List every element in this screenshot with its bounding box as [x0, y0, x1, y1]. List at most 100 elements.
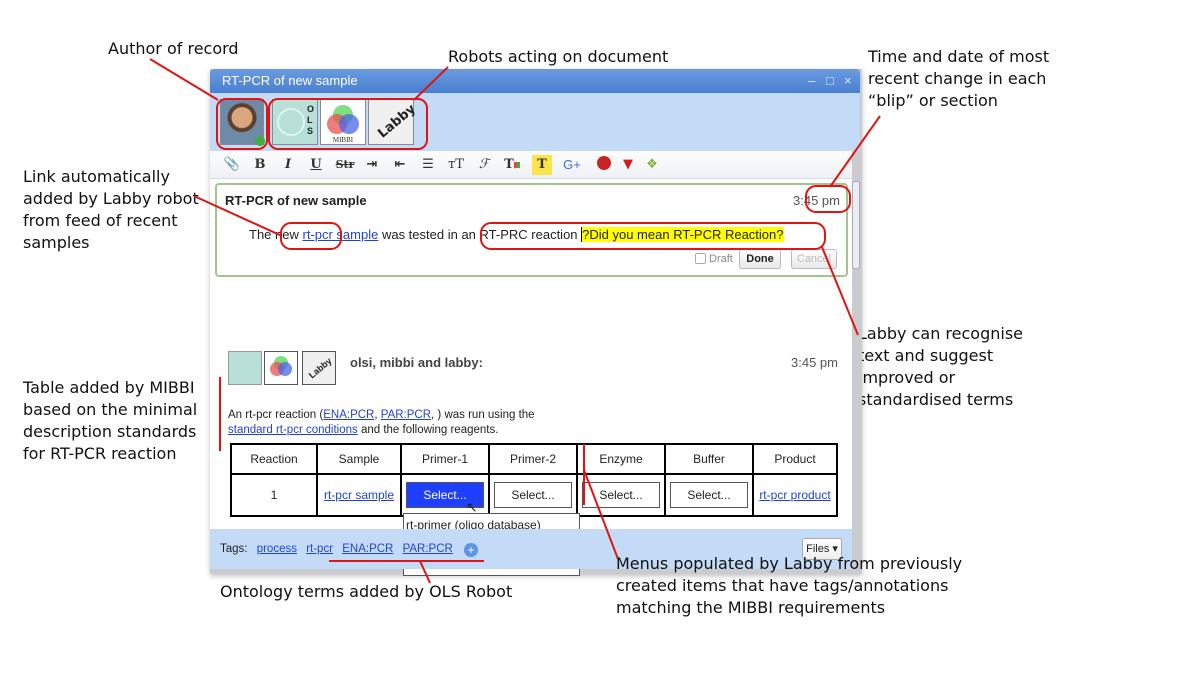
labby-robot-avatar[interactable]: Labby — [368, 99, 419, 145]
wave-window: RT-PCR of new sample – □ × O L S MIBBI L… — [210, 69, 862, 576]
blip-text: was tested in an RT-PRC reaction — [378, 227, 582, 242]
product-link[interactable]: rt-pcr product — [759, 488, 830, 502]
checkbox-icon — [695, 253, 706, 264]
editing-blip[interactable]: RT-PCR of new sample 3:45 pm The new rt-… — [215, 183, 848, 277]
highlight-button[interactable]: T — [532, 155, 552, 175]
indent-icon[interactable]: ⇥ — [362, 155, 382, 175]
formatting-toolbar: 📎 B I U Str ⇥ ⇤ ☰ тT ℱ T T G+ ▼ ❖ — [210, 151, 852, 179]
column-header: Primer-1 — [400, 443, 490, 475]
enzyme-cell: Select... — [576, 473, 666, 517]
labby-logo-icon: Labby — [375, 101, 419, 142]
reply-text: and the following reagents. — [357, 424, 499, 436]
ols-robot-avatar[interactable] — [228, 351, 262, 385]
annotation-menus: Menus populated by Labby from previously… — [616, 553, 962, 619]
labby-robot-avatar[interactable]: Labby — [302, 351, 336, 385]
cancel-button[interactable]: Cancel — [791, 249, 837, 269]
italic-button[interactable]: I — [278, 155, 298, 175]
annotation-line: description standards — [23, 422, 197, 441]
column-header: Primer-2 — [488, 443, 578, 475]
participants-bar: O L S MIBBI Labby — [210, 93, 860, 151]
attach-icon[interactable]: 📎 — [222, 155, 242, 175]
minimize-icon[interactable]: – — [808, 69, 815, 93]
annotation-line: recent change in each — [868, 69, 1047, 88]
online-status-icon — [255, 136, 265, 146]
annotation-line: “blip” or section — [868, 91, 998, 110]
blip-body[interactable]: The new rt-pcr sample was tested in an R… — [249, 227, 784, 242]
strikethrough-button[interactable]: Str — [332, 155, 358, 175]
mibbi-venn-icon: MIBBI — [327, 105, 359, 144]
done-button[interactable]: Done — [739, 249, 781, 269]
annotation-line: Labby can recognise — [858, 324, 1023, 343]
labby-logo-icon: Labby — [306, 355, 334, 381]
sample-link[interactable]: rt-pcr sample — [302, 227, 378, 242]
tag-process[interactable]: process — [257, 543, 297, 555]
enzyme-select[interactable]: Select... — [582, 482, 660, 508]
annotation-line: samples — [23, 233, 90, 252]
ols-logo-icon — [277, 108, 305, 136]
annotation-robots: Robots acting on document — [448, 47, 669, 66]
font-size-button[interactable]: тT — [446, 155, 466, 175]
ena-pcr-link[interactable]: ENA:PCR — [323, 409, 374, 421]
ols-robot-avatar[interactable]: O L S — [272, 99, 318, 145]
mibbi-table: Reaction Sample Primer-1 Primer-2 Enzyme… — [230, 443, 838, 517]
add-tag-button[interactable]: + — [464, 543, 479, 557]
annotation-line: improved or — [858, 368, 956, 387]
annotation-line: Table added by MIBBI — [23, 378, 195, 397]
color-swatch-icon — [513, 162, 520, 168]
annotation-author: Author of record — [108, 39, 239, 58]
annotation-line: Menus populated by Labby from previously — [616, 554, 963, 573]
font-family-icon[interactable]: ℱ — [474, 155, 494, 175]
maximize-icon[interactable]: □ — [826, 69, 834, 93]
underline-button[interactable]: U — [306, 155, 326, 175]
buffer-select[interactable]: Select... — [670, 482, 748, 508]
table-header-row: Reaction Sample Primer-1 Primer-2 Enzyme… — [230, 443, 838, 475]
ols-label: O L S — [307, 104, 315, 136]
google-plus-button[interactable]: G+ — [560, 155, 584, 175]
blip-text: The new — [249, 227, 303, 242]
mibbi-venn-icon — [270, 356, 292, 376]
mibbi-robot-avatar[interactable]: MIBBI — [320, 99, 366, 145]
annotation-time: Time and date of most recent change in e… — [868, 46, 1049, 112]
mibbi-robot-avatar[interactable] — [264, 351, 298, 385]
bug-icon[interactable] — [594, 155, 614, 175]
annotation-ontology: Ontology terms added by OLS Robot — [220, 582, 513, 601]
tag-rt-pcr[interactable]: rt-pcr — [306, 543, 333, 555]
blip-timestamp: 3:45 pm — [793, 193, 840, 208]
window-title: RT-PCR of new sample — [222, 73, 358, 88]
annotation-line: Link automatically — [23, 167, 170, 186]
tag-par-pcr[interactable]: PAR:PCR — [403, 543, 453, 555]
mouse-cursor-icon: ↖ — [466, 499, 478, 515]
column-header: Sample — [316, 443, 402, 475]
tag-ena-pcr[interactable]: ENA:PCR — [342, 543, 393, 555]
column-header: Product — [752, 443, 838, 475]
close-icon[interactable]: × — [844, 69, 852, 93]
annotation-line: standardised terms — [858, 390, 1014, 409]
sample-link[interactable]: rt-pcr sample — [324, 488, 394, 502]
primer2-cell: Select... — [488, 473, 578, 517]
suggestion-highlight[interactable]: ?Did you mean RT-PCR Reaction? — [581, 227, 784, 242]
puzzle-icon[interactable]: ❖ — [642, 155, 662, 175]
column-header: Enzyme — [576, 443, 666, 475]
author-avatar[interactable] — [220, 99, 265, 146]
bulleted-list-icon[interactable]: ☰ — [418, 155, 438, 175]
conditions-link[interactable]: standard rt-pcr conditions — [228, 424, 358, 436]
bold-button[interactable]: B — [250, 155, 270, 175]
buffer-cell: Select... — [664, 473, 754, 517]
window-titlebar[interactable]: RT-PCR of new sample – □ × — [210, 69, 860, 93]
column-header: Buffer — [664, 443, 754, 475]
primer2-select[interactable]: Select... — [494, 482, 572, 508]
annotation-line: added by Labby robot — [23, 189, 199, 208]
sample-cell: rt-pcr sample — [316, 473, 402, 517]
outdent-icon[interactable]: ⇤ — [390, 155, 410, 175]
wave-content: RT-PCR of new sample 3:45 pm The new rt-… — [210, 179, 852, 576]
author-callout-line — [149, 58, 219, 101]
annotation-line: based on the minimal — [23, 400, 198, 419]
annotation-line: matching the MIBBI requirements — [616, 598, 886, 617]
reply-text: An rt-pcr reaction ( — [228, 409, 324, 421]
annotation-line: from feed of recent — [23, 211, 178, 230]
text-color-button[interactable]: T — [502, 155, 522, 175]
map-pin-icon[interactable]: ▼ — [618, 155, 638, 175]
scrollbar[interactable] — [852, 181, 860, 269]
draft-checkbox[interactable]: Draft — [695, 253, 733, 265]
par-pcr-link[interactable]: PAR:PCR — [381, 409, 431, 421]
